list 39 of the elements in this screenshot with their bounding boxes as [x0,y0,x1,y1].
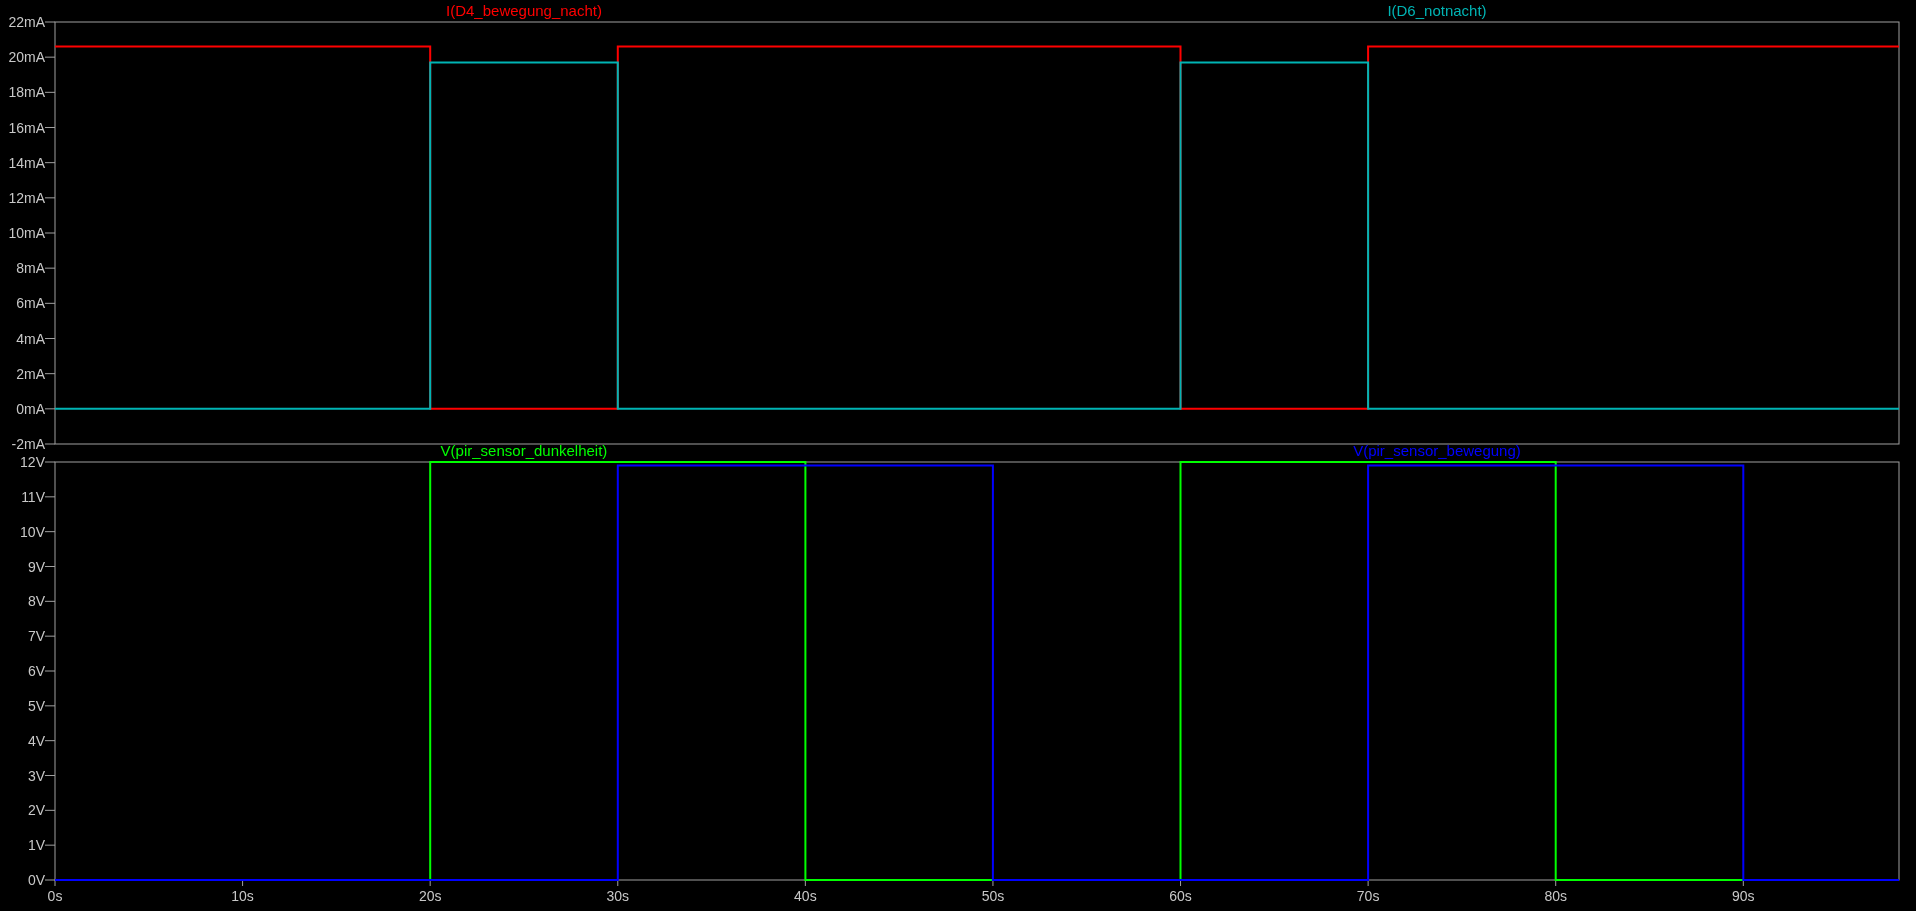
axis-tick-label: 8mA [16,260,45,277]
axis-tick-label: 11V [21,488,45,505]
axis-tick-label: 0s [47,888,63,904]
axis-tick-label: 90s [1732,888,1755,904]
axis-tick-label: 4mA [16,330,45,347]
trace-label[interactable]: I(D4_bewegung_nacht) [446,2,602,19]
axis-tick-label: 20mA [8,49,45,66]
axis-tick-label: 40s [794,888,817,904]
axis-tick-label: 9V [27,558,45,575]
axis-tick-label: -2mA [11,436,45,452]
axis-tick-label: 60s [1169,888,1192,904]
axis-tick-label: 14mA [8,154,45,171]
axis-tick-label: 30s [606,888,630,904]
axis-tick-label: 3V [27,767,45,784]
axis-tick-label: 2V [27,802,45,819]
axis-tick-label: 20s [418,888,442,904]
axis-tick-label: 12V [20,454,45,470]
axis-tick-label: 8V [27,593,45,610]
axis-tick-label: 1V [27,837,45,854]
axis-tick-label: 7V [27,628,45,645]
axis-tick-label: 18mA [8,84,45,101]
axis-tick-label: 12mA [8,189,45,206]
axis-tick-label: 6mA [16,295,45,312]
trace-label[interactable]: V(pir_sensor_dunkelheit) [440,442,608,459]
axis-tick-label: 0V [27,872,45,888]
axis-tick-label: 16mA [8,119,45,136]
axis-tick-label: 5V [27,697,45,714]
axis-tick-label: 10mA [8,225,45,241]
axis-tick-label: 6V [27,663,45,679]
axis-tick-label: 4V [27,732,45,749]
axis-tick-label: 2mA [16,365,45,382]
trace-label[interactable]: I(D6_notnacht) [1387,2,1487,19]
axis-tick-label: 22mA [8,14,45,30]
axis-tick-label: 10s [231,888,254,904]
axis-tick-label: 50s [981,888,1005,904]
axis-tick-label: 0mA [16,400,45,417]
axis-tick-label: 10V [20,523,45,540]
axis-tick-label: 70s [1356,888,1380,904]
axis-tick-label: 80s [1544,888,1567,904]
